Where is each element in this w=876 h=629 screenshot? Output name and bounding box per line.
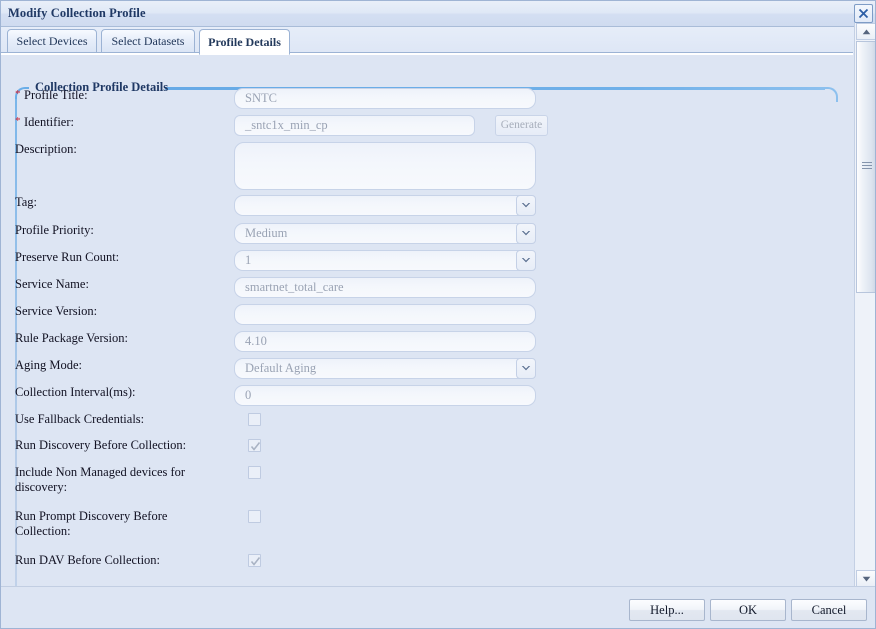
select-preserve-run-count[interactable]: 1 <box>234 250 536 271</box>
label-include-non-managed-devices-for-discovery: Include Non Managed devices for discover… <box>15 465 186 494</box>
vertical-scrollbar[interactable] <box>854 23 875 588</box>
label-run-prompt-discovery-before-collection: Run Prompt Discovery Before Collection: <box>15 509 168 538</box>
label-run-dav-before-collection: Run DAV Before Collection: <box>15 553 161 567</box>
label-identifier: Identifier: <box>24 115 74 129</box>
checkbox-use-fallback-credentials[interactable] <box>248 413 261 426</box>
chevron-down-icon[interactable] <box>516 250 536 271</box>
groupbox-corner-right <box>823 87 838 102</box>
scrollbar-thumb-grip-icon <box>862 162 872 170</box>
label-preserve-run-count: Preserve Run Count: <box>15 250 120 264</box>
ok-button[interactable]: OK <box>710 599 786 621</box>
close-icon[interactable] <box>854 4 873 23</box>
cancel-button[interactable]: Cancel <box>791 599 867 621</box>
select-profile-priority[interactable]: Medium <box>234 223 536 244</box>
label-run-discovery-before-collection: Run Discovery Before Collection: <box>15 438 187 452</box>
textarea-description[interactable] <box>234 142 536 190</box>
label-collection-interval-ms: Collection Interval(ms): <box>15 385 136 399</box>
checkbox-include-non-managed-devices-for-discovery[interactable] <box>248 466 261 479</box>
scroll-down-arrow-icon[interactable] <box>856 570 875 587</box>
label-profile-title: Profile Title: <box>24 88 88 102</box>
label-service-version: Service Version: <box>15 304 98 318</box>
input-identifier[interactable]: _sntc1x_min_cp <box>234 115 475 136</box>
modify-collection-profile-window: Modify Collection Profile Select Devices… <box>0 0 876 629</box>
label-aging-mode: Aging Mode: <box>15 358 83 372</box>
label-use-fallback-credentials: Use Fallback Credentials: <box>15 412 145 426</box>
tab-select-devices[interactable]: Select Devices <box>7 29 97 53</box>
chevron-down-icon[interactable] <box>516 358 536 379</box>
chevron-down-icon[interactable] <box>516 223 536 244</box>
scroll-up-arrow-icon[interactable] <box>856 23 875 40</box>
input-collection-interval-ms[interactable]: 0 <box>234 385 536 406</box>
scrollbar-thumb[interactable] <box>856 41 875 293</box>
window-title: Modify Collection Profile <box>8 6 146 20</box>
input-service-name[interactable]: smartnet_total_care <box>234 277 536 298</box>
tab-select-datasets[interactable]: Select Datasets <box>101 29 195 53</box>
generate-button[interactable]: Generate <box>495 115 548 136</box>
label-tag: Tag: <box>15 195 38 209</box>
checkbox-run-prompt-discovery-before-collection[interactable] <box>248 510 261 523</box>
label-profile-priority: Profile Priority: <box>15 223 94 237</box>
profile-details-panel: Collection Profile Details * Profile Titl… <box>1 55 853 586</box>
help-button[interactable]: Help... <box>629 599 705 621</box>
dialog-footer: Help... OK Cancel <box>1 586 875 628</box>
checkbox-run-discovery-before-collection[interactable] <box>248 439 261 452</box>
tab-profile-details[interactable]: Profile Details <box>199 29 290 55</box>
input-rule-package-version[interactable]: 4.10 <box>234 331 536 352</box>
tab-strip: Select Devices Select Datasets Profile D… <box>1 27 875 55</box>
window-titlebar: Modify Collection Profile <box>1 1 875 27</box>
select-tag[interactable] <box>234 195 536 216</box>
chevron-down-icon[interactable] <box>516 195 536 216</box>
select-aging-mode[interactable]: Default Aging <box>234 358 536 379</box>
input-profile-title[interactable]: SNTC <box>234 88 536 109</box>
checkbox-run-dav-before-collection[interactable] <box>248 554 261 567</box>
label-description: Description: <box>15 142 77 156</box>
label-service-name: Service Name: <box>15 277 89 291</box>
label-rule-package-version: Rule Package Version: <box>15 331 128 345</box>
input-service-version[interactable] <box>234 304 536 325</box>
